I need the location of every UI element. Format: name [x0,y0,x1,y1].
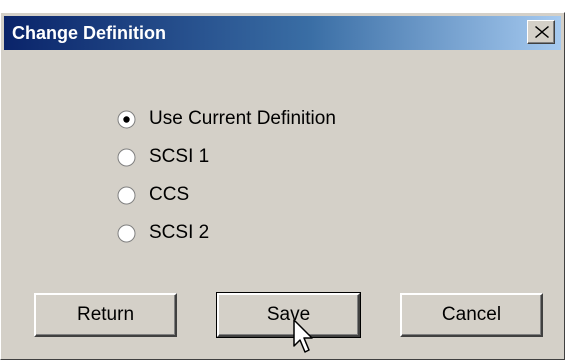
radio-selected-icon[interactable] [117,110,136,129]
close-button[interactable] [527,20,555,44]
radio-label-scsi-2: SCSI 2 [149,222,210,243]
radio-option-scsi-2[interactable]: SCSI 2 [117,219,417,257]
title-bar[interactable]: Change Definition [4,16,561,50]
radio-label-use-current-definition: Use Current Definition [149,108,336,129]
radio-unselected-icon[interactable] [117,224,136,243]
radio-option-scsi-1[interactable]: SCSI 1 [117,143,417,181]
mouse-pointer-icon [293,319,313,353]
save-button[interactable]: Save [216,292,361,338]
radio-option-use-current-definition[interactable]: Use Current Definition [117,105,417,143]
return-button[interactable]: Return [34,293,177,337]
close-icon [535,26,549,38]
cancel-button[interactable]: Cancel [400,293,543,337]
radio-label-scsi-1: SCSI 1 [149,146,210,167]
definition-radio-group: Use Current Definition SCSI 1 CCS SCSI 2 [117,105,417,257]
window-title: Change Definition [12,23,166,43]
radio-option-ccs[interactable]: CCS [117,181,417,219]
change-definition-dialog: Change Definition Use Current Definition… [0,12,565,360]
radio-unselected-icon[interactable] [117,148,136,167]
radio-label-ccs: CCS [149,184,190,205]
radio-unselected-icon[interactable] [117,186,136,205]
